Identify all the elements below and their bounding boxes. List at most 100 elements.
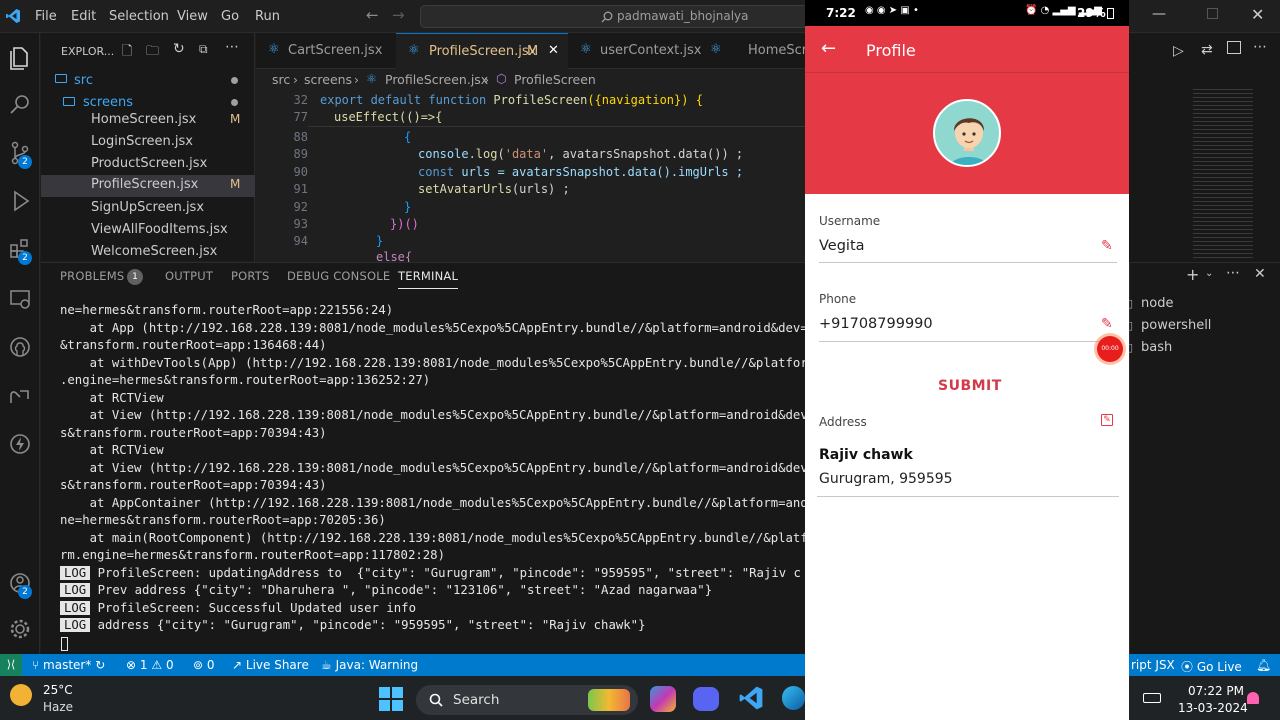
file-item[interactable]: SignUpScreen.jsx bbox=[41, 198, 255, 220]
edit-username-icon[interactable]: ✎ bbox=[1101, 238, 1113, 254]
split-editor-icon[interactable] bbox=[1227, 41, 1241, 54]
terminal-output[interactable]: ne=hermes&transform.routerRoot=app:22155… bbox=[60, 303, 805, 653]
tab-homescreen[interactable]: ⚛ HomeScre bbox=[698, 33, 806, 69]
new-terminal-icon[interactable]: + bbox=[1186, 265, 1199, 284]
branch-indicator[interactable]: ⑂ master* ↻ bbox=[32, 658, 105, 672]
github-icon[interactable] bbox=[6, 333, 34, 361]
java-status[interactable]: ☕ Java: Warning bbox=[321, 658, 418, 672]
username-field[interactable]: Vegita bbox=[819, 238, 865, 254]
file-item[interactable]: ProductScreen.jsx bbox=[41, 154, 255, 176]
menu-edit[interactable]: Edit bbox=[71, 9, 96, 24]
edit-address-icon[interactable]: ✎ bbox=[1101, 414, 1113, 426]
address-city-pincode: Gurugram, 959595 bbox=[819, 471, 953, 487]
chevron-down-icon[interactable]: ⌄ bbox=[1205, 268, 1213, 279]
back-arrow-icon[interactable]: ← bbox=[821, 38, 836, 59]
ports-indicator[interactable]: ⊚ 0 bbox=[193, 658, 215, 672]
edge-icon[interactable] bbox=[782, 686, 805, 710]
refresh-icon[interactable]: ↻ bbox=[173, 41, 185, 57]
line-number: 32 bbox=[293, 93, 308, 107]
remote-indicator[interactable]: ⟩⟨ bbox=[0, 654, 22, 676]
back-arrow-icon[interactable]: ← bbox=[366, 6, 379, 24]
shell-item-powershell[interactable]: ▯ powershell bbox=[1127, 317, 1280, 337]
close-panel-icon[interactable]: ✕ bbox=[1254, 266, 1266, 282]
discord-icon[interactable] bbox=[693, 687, 719, 711]
problems-indicator[interactable]: ⊗ 1 ⚠ 0 bbox=[126, 658, 174, 672]
screen-record-indicator[interactable]: 00:00 bbox=[1097, 336, 1123, 362]
tab-modified-badge: M bbox=[527, 44, 539, 59]
menu-go[interactable]: Go bbox=[221, 9, 239, 24]
breadcrumb-file[interactable]: ProfileScreen.jsx bbox=[385, 72, 488, 87]
notifications-bell-icon[interactable]: 🔔︎ bbox=[1256, 658, 1271, 672]
tab-profilescreen[interactable]: ⚛ ProfileScreen.jsx M ✕ bbox=[396, 33, 568, 69]
live-share-button[interactable]: ↗ Live Share bbox=[232, 658, 309, 672]
panel-tab-problems[interactable]: PROBLEMS bbox=[60, 269, 124, 283]
file-item[interactable]: WelcomeScreen.jsx bbox=[41, 242, 255, 261]
menu-selection[interactable]: Selection bbox=[109, 9, 169, 24]
command-center-search[interactable]: padmawati_bhojnalya bbox=[420, 5, 808, 28]
go-live-button[interactable]: ⦿ Go Live bbox=[1181, 658, 1242, 675]
minimap[interactable] bbox=[1193, 89, 1253, 259]
edit-phone-icon[interactable]: ✎ bbox=[1101, 316, 1113, 332]
file-item[interactable]: HomeScreen.jsx M bbox=[41, 110, 255, 132]
compare-icon[interactable]: ⇄ bbox=[1201, 42, 1213, 58]
explorer-icon[interactable] bbox=[6, 43, 34, 71]
close-tab-icon[interactable]: ✕ bbox=[548, 43, 559, 58]
folder-src[interactable]: src bbox=[41, 71, 255, 93]
avatar-illustration-icon bbox=[950, 118, 988, 165]
manage-gear-icon[interactable] bbox=[6, 615, 34, 643]
search-sidebar-icon[interactable] bbox=[6, 91, 34, 119]
taskbar-date[interactable]: 13-03-2024 bbox=[1178, 701, 1248, 715]
menu-run[interactable]: Run bbox=[255, 9, 280, 24]
line-number: 88 bbox=[293, 130, 308, 144]
java-icon: ☕ bbox=[321, 658, 332, 672]
thunder-client-icon[interactable] bbox=[6, 430, 34, 458]
menu-view[interactable]: View bbox=[177, 9, 208, 24]
forward-arrow-icon[interactable]: → bbox=[392, 6, 405, 24]
start-button[interactable] bbox=[379, 687, 403, 711]
more-actions-icon[interactable]: ⋯ bbox=[225, 39, 239, 55]
remote-explorer-icon[interactable] bbox=[6, 285, 34, 313]
panel-tab-terminal[interactable]: TERMINAL bbox=[398, 269, 459, 289]
restore-icon[interactable] bbox=[1207, 8, 1218, 19]
panel-tab-debug-console[interactable]: DEBUG CONSOLE bbox=[287, 269, 390, 283]
vscode-taskbar-icon[interactable] bbox=[738, 685, 764, 711]
file-item[interactable]: LoginScreen.jsx bbox=[41, 132, 255, 154]
taskbar-search[interactable]: Search bbox=[416, 685, 638, 715]
minimize-icon[interactable]: — bbox=[1152, 6, 1166, 22]
more-editor-actions-icon[interactable]: ⋯ bbox=[1253, 39, 1267, 55]
panel-tab-output[interactable]: OUTPUT bbox=[165, 269, 213, 283]
collapse-all-icon[interactable]: ⧉ bbox=[199, 42, 208, 57]
new-folder-icon[interactable]: 🗀 bbox=[146, 42, 159, 64]
taskbar-time[interactable]: 07:22 PM bbox=[1188, 684, 1244, 698]
avatar[interactable] bbox=[933, 99, 1001, 167]
shell-item-node[interactable]: ▯ node bbox=[1127, 295, 1280, 315]
battery-icon[interactable] bbox=[1143, 693, 1161, 703]
file-item[interactable]: ViewAllFoodItems.jsx bbox=[41, 220, 255, 242]
live-share-icon[interactable] bbox=[6, 383, 34, 411]
file-item-selected[interactable]: ProfileScreen.jsx M bbox=[41, 175, 255, 197]
notification-bell-icon[interactable] bbox=[1247, 692, 1259, 704]
file-name: SignUpScreen.jsx bbox=[91, 200, 205, 215]
shell-item-bash[interactable]: ▯ bash bbox=[1127, 339, 1280, 359]
activity-bar: 2 2 2 bbox=[0, 33, 40, 654]
copilot-icon[interactable] bbox=[650, 686, 676, 712]
code-editor[interactable]: 32 77 88 89 90 91 92 93 94 export defaul… bbox=[256, 90, 806, 262]
shell-label: bash bbox=[1141, 340, 1173, 355]
new-file-icon[interactable]: 🗋 bbox=[122, 42, 132, 64]
language-mode[interactable]: ript JSX bbox=[1131, 658, 1175, 672]
breadcrumb-src[interactable]: src bbox=[272, 72, 290, 87]
phone-field[interactable]: +91708799990 bbox=[819, 316, 933, 332]
profile-title: Profile bbox=[866, 41, 916, 60]
more-panel-actions-icon[interactable]: ⋯ bbox=[1226, 265, 1240, 281]
panel-tab-ports[interactable]: PORTS bbox=[231, 269, 269, 283]
run-debug-icon[interactable] bbox=[6, 187, 34, 215]
menu-file[interactable]: File bbox=[35, 9, 57, 24]
run-file-icon[interactable]: ▷ bbox=[1173, 43, 1184, 59]
breadcrumb-symbol[interactable]: ProfileScreen bbox=[514, 72, 596, 87]
breadcrumb-screens[interactable]: screens bbox=[304, 72, 352, 87]
weather-widget[interactable]: 25°C Haze bbox=[10, 682, 100, 716]
tab-cartscreen[interactable]: ⚛ CartScreen.jsx bbox=[256, 33, 396, 69]
tab-usercontext[interactable]: ⚛ userContext.jsx bbox=[568, 33, 702, 69]
close-window-icon[interactable]: ✕ bbox=[1251, 5, 1264, 24]
submit-button[interactable]: SUBMIT bbox=[938, 378, 1002, 394]
